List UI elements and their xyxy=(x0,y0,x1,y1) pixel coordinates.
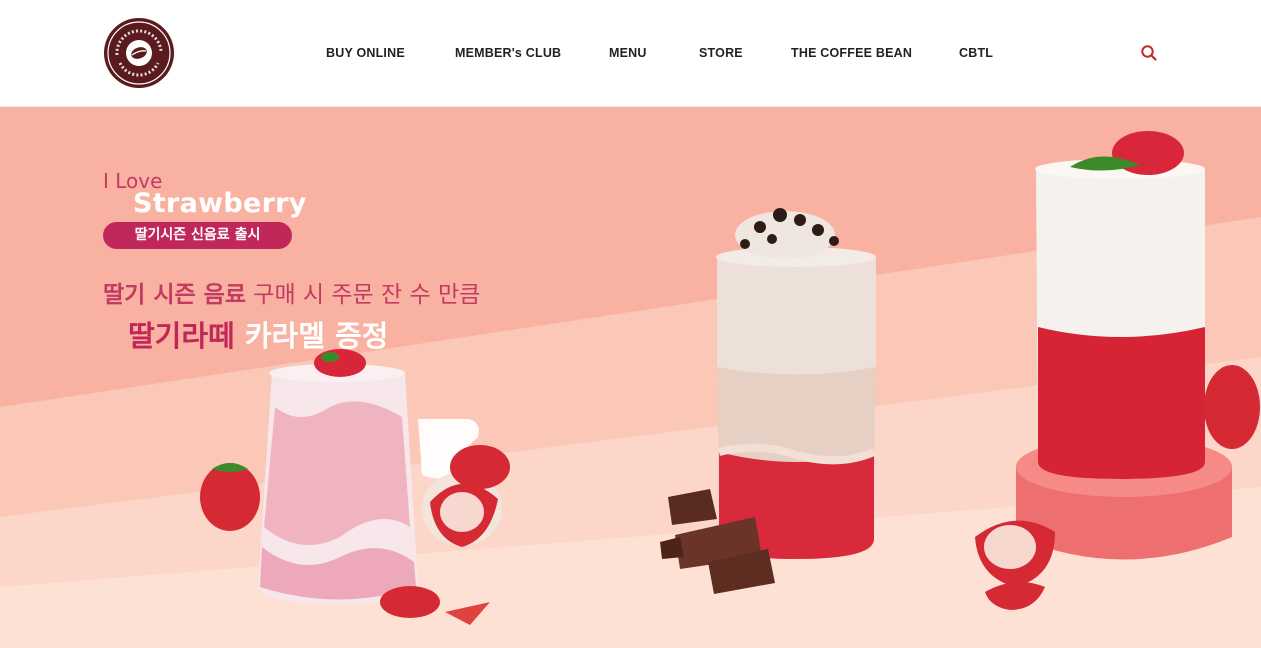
nav-cbtl[interactable]: CBTL xyxy=(959,46,993,60)
search-icon[interactable] xyxy=(1140,44,1158,62)
gift-pink-text: 딸기라떼 xyxy=(128,319,235,353)
site-header: BUY ONLINE MEMBER's CLUB MENU STORE THE … xyxy=(0,0,1261,107)
cookie-strawberry-drink xyxy=(716,208,876,559)
strawberry-cream-drink xyxy=(1016,131,1232,560)
promo-rest-text: 구매 시 주문 잔 수 만큼 xyxy=(245,282,481,308)
promo-line: 딸기 시즌 음료 구매 시 주문 잔 수 만큼 xyxy=(103,275,480,309)
nav-store[interactable]: STORE xyxy=(699,46,743,60)
hero-banner[interactable]: I Love Strawberry 딸기시즌 신음료 출시 딸기 시즌 음료 구… xyxy=(0,107,1261,648)
season-launch-badge: 딸기시즌 신음료 출시 xyxy=(103,222,292,249)
coffee-bean-logo[interactable] xyxy=(103,17,175,89)
hero-strawberry-title: Strawberry xyxy=(133,188,307,219)
nav-buy-online[interactable]: BUY ONLINE xyxy=(326,46,405,60)
gift-white-text: 카라멜 증정 xyxy=(234,319,389,353)
nav-members-club[interactable]: MEMBER's CLUB xyxy=(455,46,561,60)
gift-line: 딸기라떼 카라멜 증정 xyxy=(128,313,388,355)
nav-the-coffee-bean[interactable]: THE COFFEE BEAN xyxy=(791,46,912,60)
nav-menu[interactable]: MENU xyxy=(609,46,647,60)
strawberry-latte-drink xyxy=(258,349,418,604)
promo-bold-text: 딸기 시즌 음료 xyxy=(103,282,246,308)
